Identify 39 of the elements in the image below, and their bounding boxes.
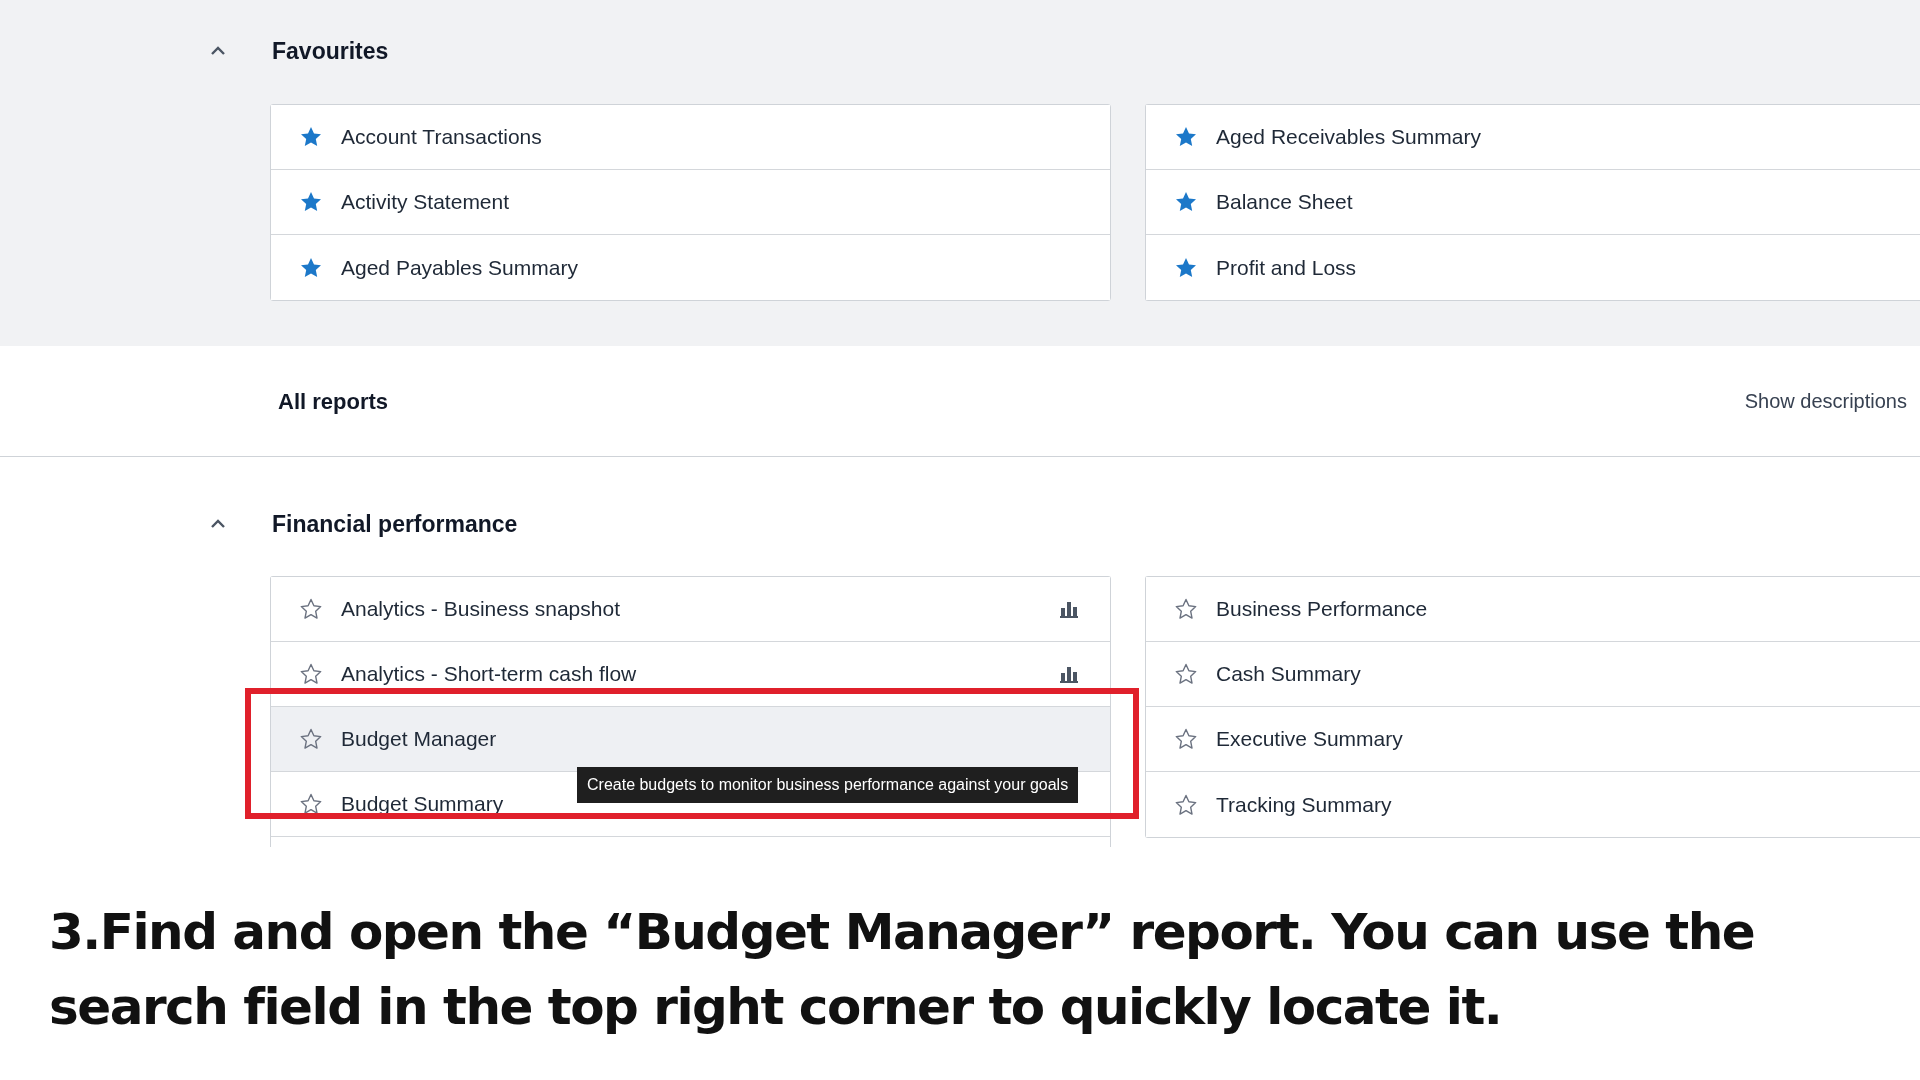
star-icon[interactable] [299, 125, 323, 149]
report-row[interactable]: Account Transactions [271, 105, 1110, 170]
chevron-up-icon[interactable] [210, 519, 226, 529]
star-outline-icon[interactable] [299, 792, 323, 816]
report-link[interactable]: Aged Receivables Summary [1216, 121, 1481, 153]
report-link[interactable]: Tracking Summary [1216, 788, 1392, 821]
report-row[interactable]: Budget Manager [271, 707, 1110, 772]
star-icon[interactable] [299, 190, 323, 214]
star-icon[interactable] [1174, 125, 1198, 149]
report-link[interactable]: Budget Summary [341, 788, 504, 820]
all-reports-heading: All reports [278, 387, 389, 416]
report-link[interactable]: Budget Manager [341, 723, 497, 755]
star-outline-icon[interactable] [1174, 727, 1198, 751]
report-link[interactable]: Account Transactions [341, 121, 542, 153]
tooltip: Create budgets to monitor business performance against your goals [577, 767, 1079, 803]
report-link[interactable]: Business Performance [1216, 593, 1428, 625]
report-link[interactable]: Cash Summary [1216, 658, 1361, 690]
report-row[interactable]: Aged Receivables Summary [1146, 105, 1920, 170]
star-outline-icon[interactable] [299, 662, 323, 686]
report-link[interactable]: Analytics - Business snapshot [341, 593, 620, 625]
section-title: Financial performance [272, 509, 518, 539]
star-icon[interactable] [1174, 190, 1198, 214]
star-outline-icon[interactable] [299, 727, 323, 751]
star-outline-icon[interactable] [299, 597, 323, 621]
show-descriptions-label[interactable]: Show descriptions [1744, 386, 1907, 416]
chevron-up-icon[interactable] [210, 46, 226, 56]
star-outline-icon[interactable] [1174, 597, 1198, 621]
report-row[interactable]: Business Performance [1146, 577, 1920, 642]
report-link[interactable]: Analytics - Short-term cash flow [341, 658, 637, 690]
report-link[interactable]: Profit and Loss [1216, 251, 1357, 284]
star-outline-icon[interactable] [1174, 792, 1198, 817]
report-link[interactable]: Aged Payables Summary [341, 251, 578, 284]
section-title: Favourites [272, 36, 389, 66]
instruction-caption: 3.Find and open the “Budget Manager” report. You can use the search field in the top right corner to quickly locate it. [49, 902, 1756, 1038]
star-outline-icon[interactable] [1174, 662, 1198, 686]
report-link[interactable]: Executive Summary [1216, 723, 1403, 755]
report-link[interactable]: Balance Sheet [1216, 186, 1353, 218]
report-row[interactable]: Analytics - Business snapshot [271, 577, 1110, 642]
report-link[interactable]: Activity Statement [341, 186, 510, 218]
